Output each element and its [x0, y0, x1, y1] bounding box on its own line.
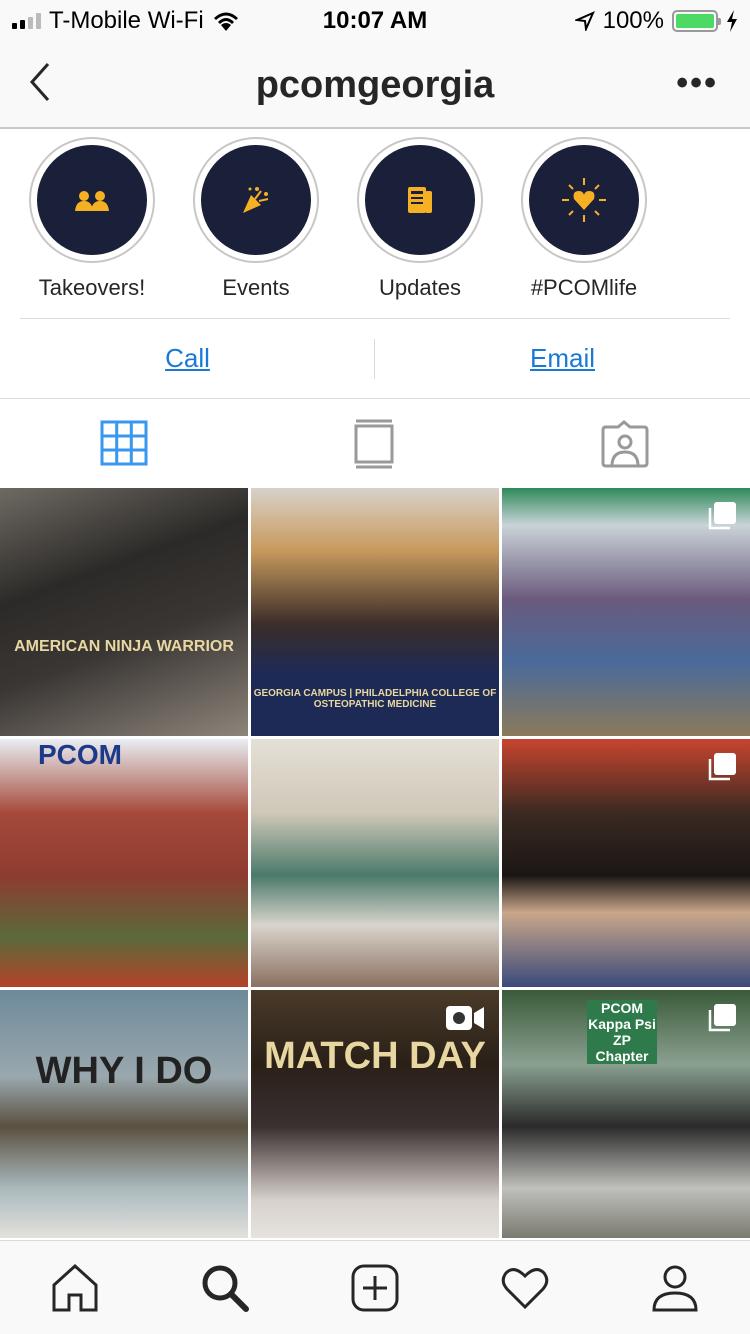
status-bar: T-Mobile Wi-Fi 10:07 AM 100%	[0, 0, 750, 40]
highlight-label: Events	[222, 275, 290, 300]
highlight-takeovers[interactable]: Takeovers!	[28, 137, 156, 301]
post-image-text: AMERICAN NINJA WARRIOR	[14, 638, 234, 655]
post-thumbnail[interactable]: WHY I DO	[0, 990, 248, 1238]
more-options-button[interactable]: •••	[676, 66, 718, 100]
multiple-photos-icon	[708, 1004, 736, 1032]
video-camera-icon	[446, 1006, 484, 1030]
nav-bar: pcomgeorgia •••	[0, 40, 750, 129]
shining-heart-icon	[562, 178, 606, 222]
feed-view-icon[interactable]	[350, 419, 400, 469]
battery-percent: 100%	[602, 7, 664, 34]
post-image-text: GEORGIA CAMPUS | PHILADELPHIA COLLEGE OF…	[253, 688, 497, 710]
post-image-text: PCOM	[38, 739, 122, 770]
multiple-photos-icon	[708, 502, 736, 530]
new-post-icon[interactable]	[350, 1263, 400, 1313]
post-thumbnail[interactable]: PCOM	[0, 739, 248, 987]
highlight-label: Takeovers!	[38, 275, 146, 300]
search-icon[interactable]	[200, 1263, 250, 1313]
page-title: pcomgeorgia	[255, 64, 495, 106]
post-image-text: MATCH DAY	[264, 1035, 486, 1077]
post-thumbnail[interactable]: MATCH DAY	[251, 990, 499, 1238]
post-thumbnail[interactable]	[251, 739, 499, 987]
highlight-label: #PCOMlife	[530, 275, 638, 300]
profile-icon[interactable]	[650, 1263, 700, 1313]
post-image-text: PCOM Kappa Psi ZP Chapter	[587, 1000, 657, 1064]
charging-icon	[727, 10, 737, 32]
highlight-updates[interactable]: Updates	[356, 137, 484, 301]
battery-icon	[672, 10, 721, 32]
profile-tabs	[0, 398, 750, 488]
heart-icon[interactable]	[500, 1263, 550, 1313]
location-arrow-icon	[574, 11, 595, 31]
call-button[interactable]: Call	[0, 319, 375, 398]
status-right: 100%	[574, 7, 738, 35]
party-popper-icon	[243, 187, 269, 213]
post-thumbnail[interactable]	[502, 739, 750, 987]
tagged-view-icon[interactable]	[600, 419, 650, 469]
post-thumbnail[interactable]: AMERICAN NINJA WARRIOR	[0, 488, 248, 736]
post-thumbnail[interactable]	[502, 488, 750, 736]
home-icon[interactable]	[50, 1263, 100, 1313]
two-people-icon	[75, 191, 109, 211]
post-thumbnail[interactable]: PCOM Kappa Psi ZP Chapter	[502, 990, 750, 1238]
highlight-events[interactable]: Events	[192, 137, 320, 301]
grid-view-icon[interactable]	[100, 419, 150, 469]
post-image-text: WHY I DO	[35, 1050, 213, 1092]
email-button[interactable]: Email	[375, 319, 750, 398]
highlight-pcomlife[interactable]: #PCOMlife	[520, 137, 648, 301]
newspaper-icon	[408, 187, 432, 213]
multiple-photos-icon	[708, 753, 736, 781]
highlight-label: Updates	[379, 275, 461, 300]
bottom-tab-bar	[0, 1240, 750, 1334]
post-thumbnail[interactable]: GEORGIA CAMPUS | PHILADELPHIA COLLEGE OF…	[251, 488, 499, 736]
